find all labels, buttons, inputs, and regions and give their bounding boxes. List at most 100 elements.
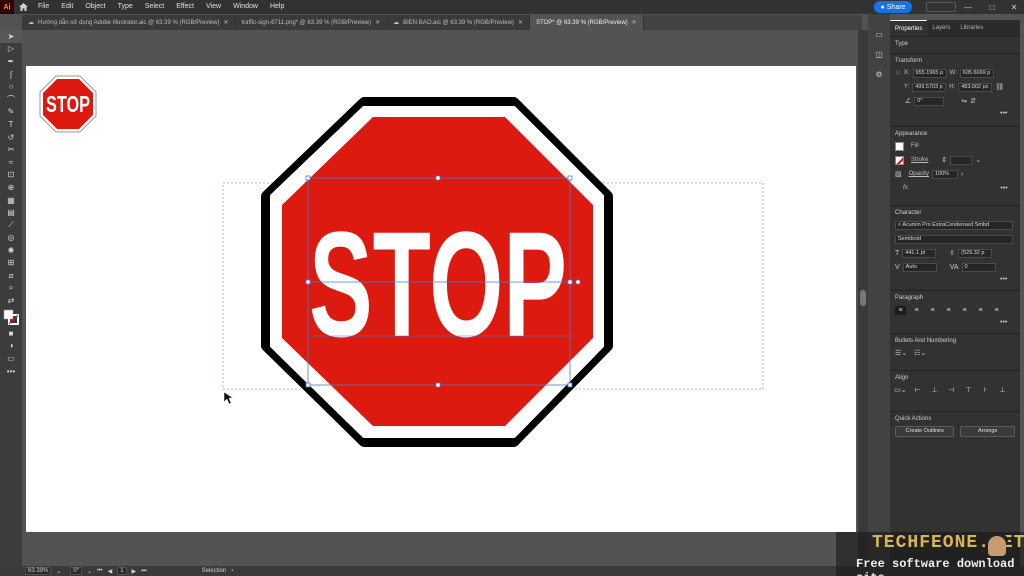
chevron-down-icon[interactable]: ⌄ <box>87 568 92 575</box>
align-left-edge-icon[interactable]: ⊢ <box>912 386 923 395</box>
justify-all-icon[interactable]: ≡ <box>991 306 1002 315</box>
font-size-field[interactable]: 441.1 pt <box>902 248 937 258</box>
menu-effect[interactable]: Effect <box>170 0 200 14</box>
more-options-icon[interactable]: ••• <box>1000 319 1007 326</box>
flip-horizontal-icon[interactable]: ⇋ <box>961 97 967 105</box>
home-icon[interactable] <box>14 0 32 14</box>
link-icon[interactable]: ⛓ <box>995 83 1004 91</box>
properties-panel-icon[interactable]: ⚙ <box>868 64 890 84</box>
justify-left-icon[interactable]: ≡ <box>943 306 954 315</box>
tab-close-icon[interactable]: ✕ <box>518 19 523 26</box>
tab-stop[interactable]: STOP* @ 63.39 % (RGB/Preview) ✕ <box>529 15 644 30</box>
stepper-icon[interactable]: ⇕ <box>941 156 947 164</box>
menu-view[interactable]: View <box>200 0 227 14</box>
font-style-field[interactable]: Semibold <box>895 234 1013 244</box>
artboard-number-field[interactable]: 1 <box>117 567 127 575</box>
chevron-down-icon[interactable]: ⌄ <box>56 568 61 575</box>
align-vertical-center-icon[interactable]: ⊦ <box>980 386 991 395</box>
draw-mode-icon[interactable]: ◑ <box>0 340 22 353</box>
arrange-button[interactable]: Arrange <box>960 425 1015 437</box>
more-options-icon[interactable]: ••• <box>1000 110 1007 117</box>
fx-label[interactable]: fx. <box>903 185 909 191</box>
artboard[interactable]: STOP STOP <box>26 66 856 532</box>
swap-colors-icon[interactable]: ⇄ <box>0 294 22 307</box>
more-tools-icon[interactable]: ••• <box>0 365 22 378</box>
reference-point-icon[interactable]: ⁙ <box>895 69 901 77</box>
screen-mode-icon[interactable]: ▭ <box>0 352 22 365</box>
scrollbar-thumb[interactable] <box>860 290 866 306</box>
close-icon[interactable]: ✕ <box>1006 0 1022 14</box>
symbol-sprayer-tool-icon[interactable]: ✺ <box>0 244 22 257</box>
angle-field[interactable]: 0° <box>914 96 945 106</box>
align-top-edge-icon[interactable]: ⊤ <box>963 386 974 395</box>
next-artboard-icon[interactable]: ▶ <box>132 568 137 575</box>
numbered-list-icon[interactable]: ☷⌄ <box>914 349 926 357</box>
big-stop-sign[interactable]: STOP <box>261 97 613 447</box>
justify-right-icon[interactable]: ≡ <box>975 306 986 315</box>
workspace-switcher[interactable] <box>926 2 956 12</box>
libraries-panel-icon[interactable]: ◫ <box>868 44 890 64</box>
menu-window[interactable]: Window <box>227 0 264 14</box>
rotate-tool-icon[interactable]: ↺ <box>0 131 22 144</box>
bullet-list-icon[interactable]: ☰⌄ <box>895 349 907 357</box>
more-options-icon[interactable]: ••• <box>1000 276 1007 283</box>
slice-tool-icon[interactable]: ⧄ <box>0 269 22 282</box>
small-stop-sign[interactable]: STOP <box>39 75 97 133</box>
x-field[interactable]: 955.1965 p <box>912 68 947 78</box>
menu-object[interactable]: Object <box>79 0 111 14</box>
leading-field[interactable]: (529.32 p <box>958 248 993 258</box>
tab-close-icon[interactable]: ✕ <box>632 19 637 26</box>
menu-type[interactable]: Type <box>112 0 139 14</box>
tab-close-icon[interactable]: ✕ <box>375 19 380 26</box>
chevron-right-icon[interactable]: › <box>231 568 233 574</box>
align-horizontal-center-icon[interactable]: ⊥ <box>929 386 940 395</box>
zoom-field[interactable]: 63.39% <box>25 567 52 575</box>
align-to-icon[interactable]: ▭⌄ <box>894 386 906 395</box>
more-options-icon[interactable]: ••• <box>1000 185 1007 192</box>
rotation-field[interactable]: 0° <box>70 567 83 575</box>
h-field[interactable]: 483.002 px <box>958 82 993 92</box>
menu-file[interactable]: File <box>32 0 55 14</box>
menu-edit[interactable]: Edit <box>55 0 79 14</box>
last-artboard-icon[interactable]: ⏭ <box>141 568 146 575</box>
chevron-right-icon[interactable]: › <box>961 171 963 178</box>
tab-libraries[interactable]: Libraries <box>955 20 988 36</box>
direct-selection-tool-icon[interactable]: ▷ <box>0 43 22 56</box>
fill-stroke-swatch[interactable] <box>0 307 22 327</box>
tab-properties[interactable]: Properties <box>890 20 928 36</box>
stroke-swatch[interactable] <box>895 155 904 165</box>
color-mode-icon[interactable]: ■ <box>0 327 22 340</box>
align-right-edge-icon[interactable]: ⊣ <box>946 386 957 395</box>
tab-layers[interactable]: Layers <box>927 20 955 36</box>
scissors-tool-icon[interactable]: ✂ <box>0 143 22 156</box>
kerning-field[interactable]: Auto <box>902 262 937 272</box>
selection-tool-icon[interactable]: ➤ <box>0 30 22 43</box>
vertical-scrollbar[interactable] <box>858 30 868 566</box>
tab-bien-bao[interactable]: ☁ BIEN BAO.aic @ 63.39 % (RGB/Preview) ✕ <box>387 15 530 30</box>
ellipse-tool-icon[interactable]: ○ <box>0 80 22 93</box>
opacity-field[interactable]: 100% <box>931 169 958 179</box>
warp-tool-icon[interactable]: ≈ <box>0 156 22 169</box>
fill-swatch[interactable] <box>895 141 904 151</box>
align-left-icon[interactable]: ≡ <box>895 305 906 315</box>
justify-center-icon[interactable]: ≡ <box>959 306 970 315</box>
stroke-label[interactable]: Stroke <box>911 157 928 163</box>
free-transform-tool-icon[interactable]: ⊡ <box>0 169 22 182</box>
canvas[interactable]: STOP STOP <box>22 30 862 566</box>
artboard-tool-icon[interactable]: ⊞ <box>0 257 22 270</box>
curvature-tool-icon[interactable]: ∫ <box>0 68 22 81</box>
y-field[interactable]: 499.5703 p <box>912 82 947 92</box>
big-stop-text[interactable]: STOP <box>309 200 567 368</box>
tab-huong-dan[interactable]: ☁ Hướng dẫn sử dụng Adobe Illustrator.ai… <box>22 15 236 30</box>
align-bottom-edge-icon[interactable]: ⊥ <box>997 386 1008 395</box>
comments-icon[interactable]: ▭ <box>868 24 890 44</box>
align-right-icon[interactable]: ≡ <box>927 306 938 315</box>
tab-traffic-sign[interactable]: traffic-sign-6711.png* @ 63.39 % (RGB/Pr… <box>235 15 388 30</box>
pen-tool-icon[interactable]: ✒ <box>0 55 22 68</box>
share-button[interactable]: ● Share <box>874 1 912 13</box>
opacity-label[interactable]: Opacity <box>909 171 929 177</box>
previous-artboard-icon[interactable]: ◀ <box>108 568 113 575</box>
chevron-down-icon[interactable]: ⌄ <box>975 156 981 164</box>
perspective-grid-tool-icon[interactable]: ▦ <box>0 194 22 207</box>
menu-select[interactable]: Select <box>139 0 170 14</box>
